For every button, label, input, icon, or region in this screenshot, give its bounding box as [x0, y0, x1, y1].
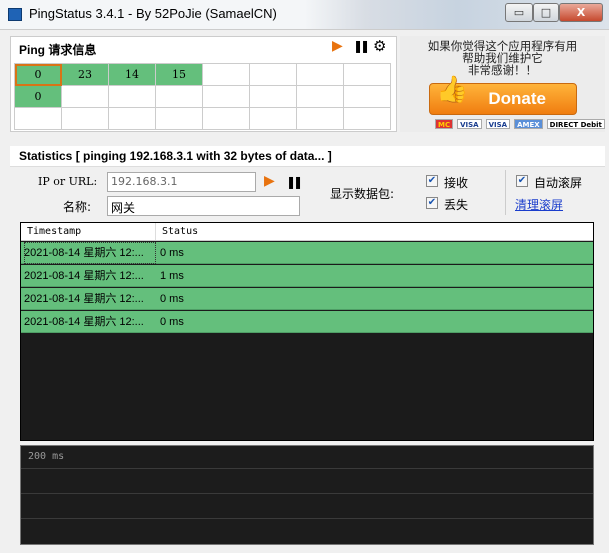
- maximize-button[interactable]: □: [533, 3, 559, 22]
- title-bar[interactable]: PingStatus 3.4.1 - By 52PoJie (SamaelCN)…: [0, 0, 609, 30]
- payment-cards: MC VISA VISA AMEX DIRECT Debit: [435, 119, 605, 129]
- ping-cell: [344, 108, 391, 130]
- window-title: PingStatus 3.4.1 - By 52PoJie (SamaelCN): [29, 6, 277, 21]
- mastercard-logo: MC: [435, 119, 454, 129]
- ping-cell: [156, 108, 203, 130]
- receive-checkbox[interactable]: ✔: [426, 175, 438, 187]
- minimize-button[interactable]: ▭: [505, 3, 533, 22]
- ping-cell: [297, 64, 344, 86]
- ping-cell: [62, 108, 109, 130]
- donate-button[interactable]: 👍 Donate: [429, 74, 577, 115]
- ping-cell: 23: [62, 64, 109, 86]
- statistics-header: Statistics [ pinging 192.168.3.1 with 32…: [10, 146, 605, 167]
- ping-cell: [109, 108, 156, 130]
- ping-cell: 15: [156, 64, 203, 86]
- visa-logo: VISA: [457, 119, 482, 129]
- gridline: [21, 518, 593, 519]
- autoscroll-label: 自动滚屏: [534, 176, 583, 190]
- timestamp-cell: 2021-08-14 星期六 12:...: [24, 316, 144, 328]
- timestamp-cell: 2021-08-14 星期六 12:...: [24, 242, 156, 264]
- table-row[interactable]: 2021-08-14 星期六 12:... 0 ms: [21, 242, 593, 264]
- ping-cell: [344, 86, 391, 108]
- table-row[interactable]: 2021-08-14 星期六 12:... 0 ms: [21, 288, 593, 310]
- timestamp-cell: 2021-08-14 星期六 12:...: [24, 293, 144, 305]
- name-label: 名称:: [63, 200, 92, 214]
- app-icon: [8, 8, 22, 21]
- ping-cell: [344, 64, 391, 86]
- gridline: [21, 468, 593, 469]
- status-cell: 0 ms: [160, 247, 184, 259]
- timestamp-cell: 2021-08-14 星期六 12:...: [24, 270, 144, 282]
- ping-cell: 0: [15, 64, 62, 86]
- ip-label: IP or URL:: [38, 175, 98, 188]
- status-cell: 1 ms: [160, 270, 184, 282]
- ping-cell: [203, 108, 250, 130]
- divider: [505, 170, 506, 215]
- graph-scale-label: 200 ms: [28, 451, 65, 462]
- pause-icon[interactable]: ❚❚: [353, 39, 370, 53]
- ping-log-table[interactable]: Timestamp Status 2021-08-14 星期六 12:... 0 …: [20, 222, 594, 441]
- direct-debit-logo: DIRECT Debit: [546, 119, 605, 129]
- start-icon[interactable]: ▶: [264, 173, 275, 189]
- ping-request-panel: Ping 请求信息 ▶ ❚❚ ⚙ 0 23 14 15 0: [10, 36, 397, 132]
- name-input[interactable]: 网关: [107, 196, 300, 216]
- receive-label: 接收: [444, 176, 469, 190]
- ping-cell: [250, 86, 297, 108]
- status-cell: 0 ms: [160, 293, 184, 305]
- ping-cell: [203, 86, 250, 108]
- ip-input[interactable]: 192.168.3.1: [107, 172, 256, 192]
- ping-cell: 0: [15, 86, 62, 108]
- autoscroll-checkbox[interactable]: ✔: [516, 175, 528, 187]
- ping-cell: [297, 86, 344, 108]
- ping-grid: 0 23 14 15 0: [14, 63, 391, 130]
- clear-scroll-link[interactable]: 清理滚屏: [515, 196, 563, 213]
- ping-cell: [203, 64, 250, 86]
- ping-cell: [109, 86, 156, 108]
- close-button[interactable]: X: [559, 3, 603, 22]
- column-status[interactable]: Status: [162, 223, 198, 240]
- amex-logo: AMEX: [514, 119, 543, 129]
- ping-cell: [250, 108, 297, 130]
- thumbs-up-icon: 👍: [436, 74, 469, 104]
- donate-message: 如果你觉得这个应用程序有用 帮助我们维护它 非常感谢！！: [427, 39, 578, 77]
- ping-cell: [297, 108, 344, 130]
- table-header: Timestamp Status: [21, 223, 593, 241]
- table-row[interactable]: 2021-08-14 星期六 12:... 1 ms: [21, 265, 593, 287]
- ping-panel-title: Ping 请求信息: [19, 43, 97, 57]
- show-packets-label: 显示数据包:: [330, 187, 395, 201]
- ping-cell: [15, 108, 62, 130]
- donate-label: Donate: [488, 89, 546, 108]
- table-row[interactable]: 2021-08-14 星期六 12:... 0 ms: [21, 311, 593, 333]
- ping-cell: [156, 86, 203, 108]
- ping-cell: [62, 86, 109, 108]
- statistics-title: Statistics [ pinging 192.168.3.1 with 32…: [19, 149, 332, 163]
- lost-checkbox[interactable]: ✔: [426, 197, 438, 209]
- ping-cell: [250, 64, 297, 86]
- column-timestamp[interactable]: Timestamp: [27, 223, 81, 240]
- pause-icon[interactable]: ❚❚: [286, 175, 303, 189]
- lost-label: 丢失: [444, 198, 469, 212]
- ping-cell: 14: [109, 64, 156, 86]
- visa-logo: VISA: [485, 119, 511, 129]
- status-cell: 0 ms: [160, 316, 184, 328]
- latency-graph: 200 ms: [20, 445, 594, 545]
- start-icon[interactable]: ▶: [332, 38, 343, 54]
- gridline: [21, 493, 593, 494]
- donate-panel: 如果你觉得这个应用程序有用 帮助我们维护它 非常感谢！！ 👍 Donate MC…: [400, 36, 605, 132]
- gear-icon[interactable]: ⚙: [373, 37, 386, 55]
